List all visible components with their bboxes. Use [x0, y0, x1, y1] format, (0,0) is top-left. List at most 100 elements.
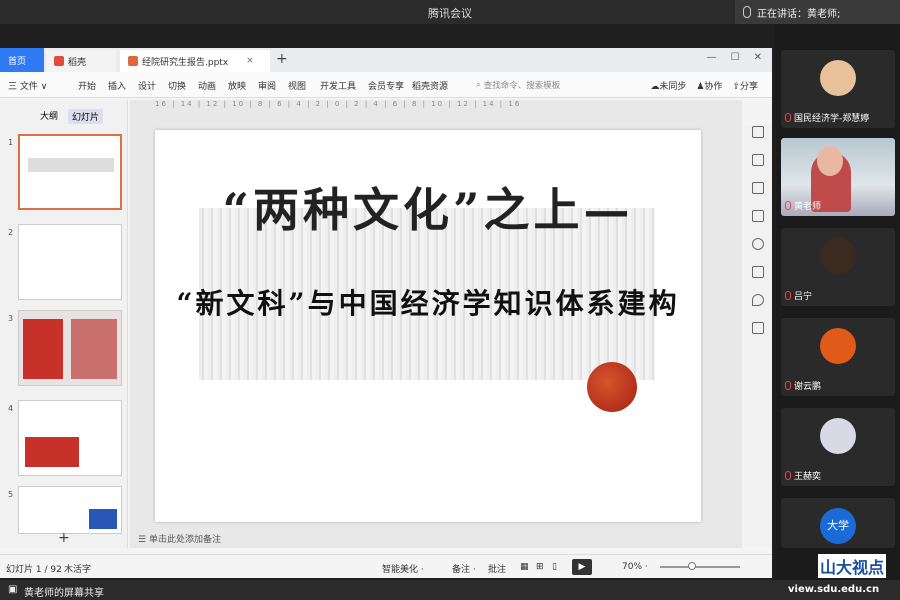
avatar — [820, 238, 856, 274]
new-tab-button[interactable]: + — [276, 51, 288, 67]
menu-start[interactable]: 开始 — [78, 79, 96, 92]
play-slideshow-button[interactable]: ▶ — [572, 559, 592, 575]
view-normal-icon[interactable]: ▦ — [520, 562, 529, 572]
tool-icon[interactable] — [752, 266, 764, 278]
avatar — [820, 328, 856, 364]
menu-daoke-resources[interactable]: 稻壳资源 — [412, 79, 448, 92]
participant-tile[interactable]: 王赫奕 — [781, 408, 895, 486]
tab-daoke[interactable]: 稻壳 — [46, 50, 116, 72]
daoke-logo-icon — [54, 56, 64, 66]
notes-placeholder: 单击此处添加备注 — [148, 535, 221, 545]
current-slide[interactable]: “两种文化”之上— “新文科”与中国经济学知识体系建构 — [155, 130, 701, 522]
participants-panel: 国民经济学-郑慧婷 黄老师 吕宁 谢云鹏 王赫奕 大学 — [775, 24, 900, 580]
zoom-knob[interactable] — [688, 562, 696, 570]
slide-subtitle: “新文科”与中国经济学知识体系建构 — [176, 287, 680, 320]
menu-developer[interactable]: 开发工具 — [320, 79, 356, 92]
tab-document-label: 经院研究生报告.pptx — [142, 57, 229, 68]
location-icon[interactable] — [752, 294, 764, 306]
menu-transition[interactable]: 切换 — [168, 79, 186, 92]
ruler: 16 | 14 | 12 | 10 | 8 | 6 | 4 | 2 | 0 | … — [155, 100, 522, 108]
share-label-btn: 分享 — [739, 82, 758, 92]
menu-review[interactable]: 审阅 — [258, 79, 276, 92]
comment-button[interactable]: 批注 — [488, 562, 506, 575]
close-tab-icon[interactable]: × — [246, 56, 254, 66]
meeting-bottom-bar: ▣ 黄老师的屏幕共享 — [0, 580, 900, 600]
participant-name: 国民经济学-郑慧婷 — [794, 114, 870, 124]
wps-window: 首页 稻壳 经院研究生报告.pptx × + — ☐ ✕ 三 文件 ∨ 开始 插入… — [0, 48, 772, 578]
tool-icon[interactable] — [752, 210, 764, 222]
collab-button[interactable]: ♟协作 — [696, 79, 722, 92]
tab-document[interactable]: 经院研究生报告.pptx × — [120, 50, 270, 72]
avatar: 大学 — [820, 508, 856, 544]
tab-bar: 首页 稻壳 经院研究生报告.pptx × + — ☐ ✕ — [0, 48, 772, 72]
slide-thumbnail[interactable] — [18, 134, 122, 210]
watermark: 山大视点 view.sdu.edu.cn — [782, 540, 900, 600]
watermark-url: view.sdu.edu.cn — [788, 584, 880, 595]
thumb-red-block — [25, 437, 79, 467]
muted-mic-icon — [785, 113, 791, 122]
right-tools: ☁未同步 ♟协作 ⇪分享 — [650, 79, 758, 92]
thumb-number: 2 — [8, 228, 14, 237]
command-search[interactable]: ⌕ 查找命令、搜索模板 — [476, 77, 586, 93]
speaking-indicator: 正在讲话：黄老师; — [735, 0, 900, 24]
help-icon[interactable] — [752, 238, 764, 250]
add-slide-button[interactable]: + — [58, 530, 70, 546]
menu-animation[interactable]: 动画 — [198, 79, 216, 92]
participant-name: 吕宁 — [794, 292, 813, 302]
participant-tile[interactable]: 谢云鹏 — [781, 318, 895, 396]
menu-file[interactable]: 三 文件 ∨ — [8, 79, 47, 92]
thumb-banner — [28, 158, 114, 172]
notes-button[interactable]: 备注 · — [452, 562, 476, 575]
slide-title: “两种文化”之上— — [222, 183, 634, 237]
participant-tile[interactable]: 国民经济学-郑慧婷 — [781, 50, 895, 128]
minimize-icon[interactable]: — — [707, 52, 717, 63]
menu-view[interactable]: 视图 — [288, 79, 306, 92]
participant-name: 谢云鹏 — [794, 382, 822, 392]
participant-tile-video[interactable]: 黄老师 — [781, 138, 895, 216]
tab-outline[interactable]: 大纲 — [40, 109, 58, 122]
window-controls: — ☐ ✕ — [707, 52, 762, 63]
close-icon[interactable]: ✕ — [754, 52, 762, 63]
participant-name: 黄老师 — [794, 202, 822, 212]
tool-icon[interactable] — [752, 182, 764, 194]
sync-button[interactable]: ☁未同步 — [650, 79, 686, 92]
avatar — [820, 418, 856, 454]
menu-design[interactable]: 设计 — [138, 79, 156, 92]
thumb-number: 3 — [8, 314, 14, 323]
slide-thumbnail[interactable] — [18, 310, 122, 386]
slide-thumbnail[interactable] — [18, 486, 122, 534]
maximize-icon[interactable]: ☐ — [731, 52, 740, 63]
pane-tabs: 大纲 幻灯片 — [0, 106, 128, 124]
beautify-button[interactable]: 智能美化 · — [382, 562, 424, 575]
menu-insert[interactable]: 插入 — [108, 79, 126, 92]
notes-bar[interactable]: ☰ 单击此处添加备注 — [130, 532, 742, 548]
status-bar: 幻灯片 1 / 92 木活字 智能美化 · 备注 · 批注 ▦ ⊞ ▯ ▶ 70… — [0, 554, 772, 578]
tool-icon[interactable] — [752, 154, 764, 166]
tool-icon[interactable] — [752, 126, 764, 138]
watermark-title: 山大视点 — [818, 554, 887, 578]
tab-home-label: 首页 — [8, 56, 27, 67]
slide-thumbnail-pane: 大纲 幻灯片 1 2 3 4 5 + — [0, 100, 128, 548]
meeting-titlebar: 腾讯会议 正在讲话：黄老师; — [0, 0, 900, 24]
collab-label: 协作 — [704, 82, 723, 92]
video-head — [817, 146, 843, 176]
menu-member[interactable]: 会员专享 — [368, 79, 404, 92]
slide-thumbnail[interactable] — [18, 400, 122, 476]
ppt-logo-icon — [128, 56, 138, 66]
zoom-slider[interactable] — [660, 566, 740, 568]
avatar — [820, 60, 856, 96]
view-grid-icon[interactable]: ⊞ — [536, 562, 544, 572]
slide-thumbnail[interactable] — [18, 224, 122, 300]
view-reading-icon[interactable]: ▯ — [552, 562, 557, 572]
search-placeholder: 查找命令、搜索模板 — [483, 81, 561, 91]
tab-slides[interactable]: 幻灯片 — [68, 109, 104, 124]
screen-share-label: 黄老师的屏幕共享 — [24, 588, 104, 599]
zoom-level: 70% · — [622, 562, 648, 572]
share-button[interactable]: ⇪分享 — [732, 79, 758, 92]
tab-home[interactable]: 首页 — [0, 48, 44, 72]
participant-tile[interactable]: 吕宁 — [781, 228, 895, 306]
ribbon-toolbar: 三 文件 ∨ 开始 插入 设计 切换 动画 放映 审阅 视图 开发工具 会员专享… — [0, 72, 772, 98]
menu-slideshow[interactable]: 放映 — [228, 79, 246, 92]
red-seal-decoration — [587, 362, 637, 412]
book-icon[interactable] — [752, 322, 764, 334]
